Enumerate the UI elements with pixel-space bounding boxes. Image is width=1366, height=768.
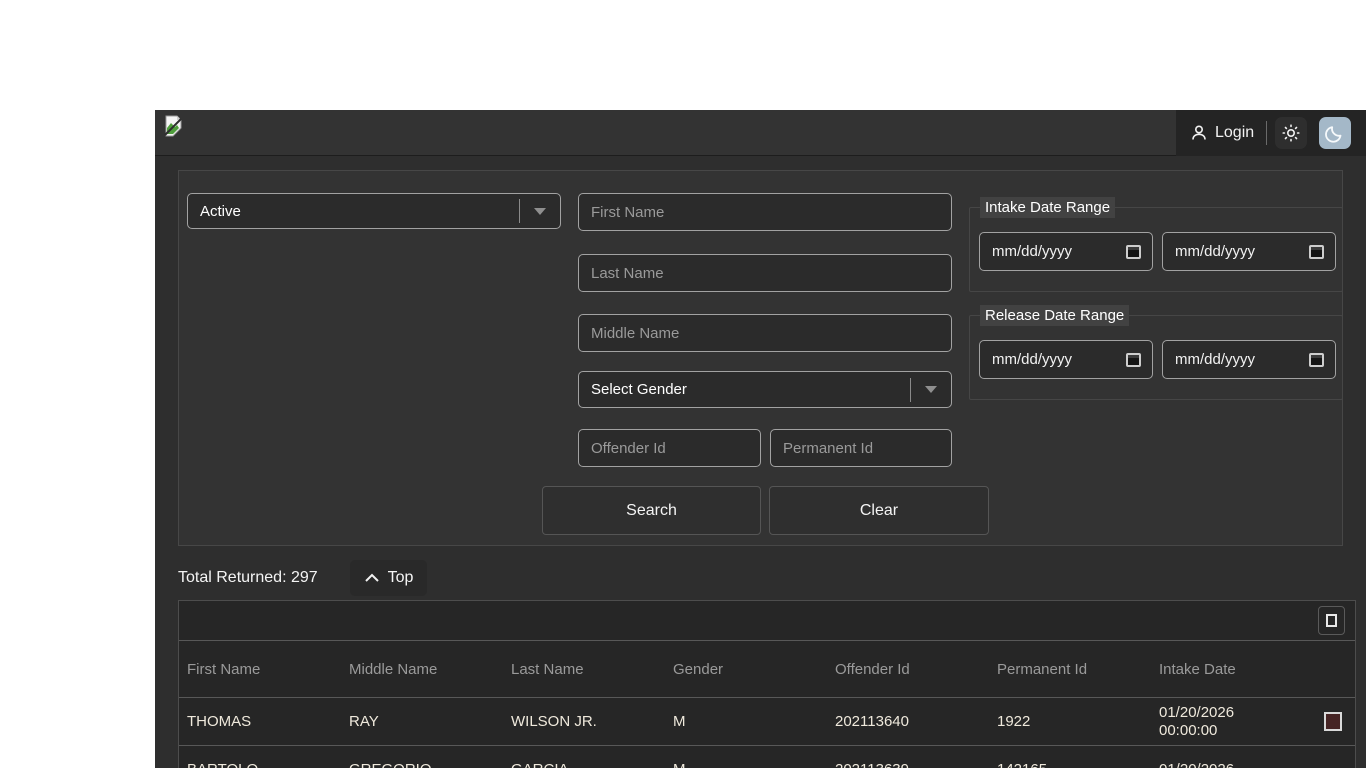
calendar-icon[interactable] <box>1126 244 1141 259</box>
chevron-down-icon <box>925 386 937 393</box>
table-toolbar-button[interactable] <box>1318 606 1345 635</box>
calendar-icon[interactable] <box>1309 352 1324 367</box>
sun-icon <box>1281 123 1301 143</box>
offender-id-input[interactable] <box>579 439 760 457</box>
status-select-value: Active <box>200 202 241 220</box>
table-toolbar <box>179 601 1355 641</box>
date-placeholder-text: mm/dd/yyyy <box>1175 243 1256 260</box>
column-header-intake-date[interactable]: Intake Date <box>1151 661 1311 678</box>
release-date-range-group: Release Date Range mm/dd/yyyy mm/dd/yyyy <box>969 305 1343 400</box>
column-header-last-name[interactable]: Last Name <box>503 661 665 678</box>
gender-select[interactable]: Select Gender <box>578 371 952 408</box>
top-button-label: Top <box>387 569 414 586</box>
release-date-to[interactable]: mm/dd/yyyy <box>1162 340 1336 379</box>
date-placeholder-text: mm/dd/yyyy <box>992 351 1073 368</box>
cell-intake-date: 01/20/2026 00:00:00 <box>1151 704 1311 740</box>
intake-date-text: 01/20/2026 <box>1159 761 1311 768</box>
cell-last-name: GARCIA <box>503 761 665 768</box>
last-name-input[interactable] <box>579 264 951 282</box>
column-header-middle-name[interactable]: Middle Name <box>341 661 503 678</box>
login-label: Login <box>1215 124 1255 141</box>
cell-middle-name: RAY <box>349 713 379 730</box>
cell-first-name: BARTOLO <box>179 761 341 768</box>
first-name-input[interactable] <box>579 203 951 221</box>
intake-date-range-group: Intake Date Range mm/dd/yyyy mm/dd/yyyy <box>969 197 1343 292</box>
cell-permanent-id: 1922 <box>997 713 1031 730</box>
square-placeholder-icon <box>1326 614 1337 627</box>
search-button[interactable]: Search <box>542 486 761 535</box>
app-window: Login Active First Name Last Name Middle… <box>155 110 1366 768</box>
person-icon <box>1190 124 1208 142</box>
header-divider <box>1266 121 1268 145</box>
calendar-icon[interactable] <box>1309 244 1324 259</box>
intake-date-range-label: Intake Date Range <box>980 197 1116 218</box>
middle-name-input[interactable] <box>579 324 951 342</box>
cell-first-name: THOMAS <box>187 713 252 730</box>
login-button[interactable]: Login <box>1176 118 1264 148</box>
light-theme-button[interactable] <box>1275 117 1308 149</box>
moon-icon <box>1325 123 1345 143</box>
release-date-range-label: Release Date Range <box>980 305 1130 326</box>
results-table-container: First Name Middle Name Last Name Gender … <box>178 600 1356 768</box>
chevron-down-icon <box>534 207 546 215</box>
date-placeholder-text: mm/dd/yyyy <box>1175 351 1256 368</box>
status-select[interactable]: Active <box>187 193 561 229</box>
clear-button[interactable]: Clear <box>769 486 989 535</box>
permanent-id-input[interactable] <box>771 439 951 457</box>
table-header-row: First Name Middle Name Last Name Gender … <box>179 641 1355 698</box>
column-header-permanent-id[interactable]: Permanent Id <box>989 661 1151 678</box>
column-header-offender-id[interactable]: Offender Id <box>827 661 989 678</box>
results-summary-bar: Total Returned: 297 Top <box>155 556 1366 600</box>
broken-image-icon <box>163 115 183 137</box>
column-header-gender[interactable]: Gender <box>665 661 827 678</box>
offender-id-field-wrap <box>578 429 761 467</box>
dark-theme-button[interactable] <box>1319 117 1352 149</box>
cell-middle-name: GREGORIO <box>341 761 503 768</box>
offender-search-panel: Active Select Gender S <box>178 170 1343 546</box>
intake-time-text: 00:00:00 <box>1159 721 1218 739</box>
table-row[interactable]: THOMAS RAY WILSON JR. M 202113640 1922 0… <box>179 698 1355 746</box>
chevron-up-icon <box>364 573 380 583</box>
intake-date-from[interactable]: mm/dd/yyyy <box>979 232 1153 271</box>
table-row[interactable]: BARTOLO GREGORIO GARCIA M 202113639 1421… <box>179 746 1355 768</box>
total-returned-count: Total Returned: 297 <box>178 569 318 586</box>
release-date-from[interactable]: mm/dd/yyyy <box>979 340 1153 379</box>
calendar-icon[interactable] <box>1126 352 1141 367</box>
cell-offender-id: 202113640 <box>835 713 909 730</box>
scroll-to-top-button[interactable]: Top <box>349 560 428 596</box>
middle-name-field-wrap <box>578 314 952 352</box>
gender-select-value: Select Gender <box>591 381 687 398</box>
cell-offender-id: 202113639 <box>827 761 989 768</box>
header-actions-cluster: Login <box>1176 110 1366 156</box>
permanent-id-field-wrap <box>770 429 952 467</box>
cell-last-name: WILSON JR. <box>511 713 597 730</box>
cell-gender: M <box>673 713 686 730</box>
first-name-field-wrap <box>578 193 952 231</box>
column-header-first-name[interactable]: First Name <box>179 661 341 678</box>
date-placeholder-text: mm/dd/yyyy <box>992 243 1073 260</box>
select-divider <box>910 377 911 402</box>
row-image-placeholder-icon[interactable] <box>1324 712 1342 731</box>
top-navigation-bar: Login <box>155 110 1366 156</box>
last-name-field-wrap <box>578 254 952 292</box>
cell-intake-date: 01/20/2026 <box>1151 761 1311 768</box>
intake-date-text: 01/20/2026 <box>1159 703 1235 721</box>
cell-gender: M <box>665 761 827 768</box>
cell-permanent-id: 142165 <box>989 761 1151 768</box>
intake-date-to[interactable]: mm/dd/yyyy <box>1162 232 1336 271</box>
select-divider <box>519 199 520 223</box>
